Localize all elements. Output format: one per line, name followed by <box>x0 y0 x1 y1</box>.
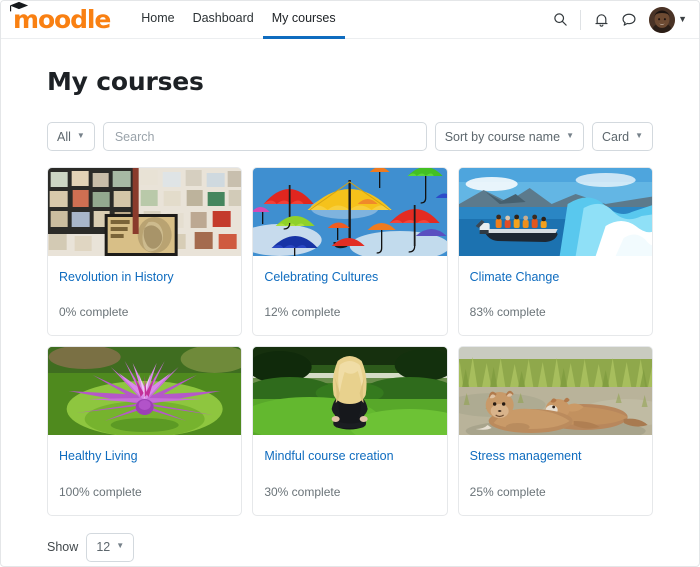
page-title: My courses <box>47 67 204 96</box>
navbar-divider <box>580 9 582 30</box>
course-progress-text: 100% complete <box>59 484 142 499</box>
sort-dropdown-value: Sort by course name <box>444 129 561 144</box>
course-card[interactable]: Celebrating Cultures 12% complete <box>252 167 448 337</box>
show-label: Show <box>47 540 79 554</box>
course-card-body: Celebrating Cultures 12% complete <box>253 256 446 335</box>
user-menu-toggle[interactable]: ▼ <box>649 6 687 33</box>
course-card[interactable]: Climate Change 83% complete <box>457 167 653 337</box>
bell-icon[interactable] <box>587 6 615 34</box>
course-group-filter-dropdown[interactable]: All ▼ <box>47 122 95 151</box>
moodle-logo-link[interactable]: moodle <box>9 2 111 32</box>
main-content: My courses All ▼ Sort by course name ▼ C… <box>1 39 699 567</box>
course-image-stamps <box>48 168 242 256</box>
chevron-down-icon: ▼ <box>116 541 125 550</box>
course-image-lionesses <box>458 347 652 436</box>
course-card-body: Revolution in History 0% complete <box>48 256 241 335</box>
avatar <box>649 6 676 33</box>
course-progress-text: 25% complete <box>469 484 546 499</box>
course-group-filter-value: All <box>57 129 71 144</box>
course-card-body: Mindful course creation 30% complete <box>253 435 446 514</box>
primary-navigation: Home Dashboard My courses <box>132 1 345 39</box>
course-link[interactable]: Stress management <box>470 448 641 464</box>
course-image-iceberg-boat <box>458 168 652 256</box>
course-image-umbrellas <box>253 168 447 256</box>
chevron-down-icon: ▼ <box>635 130 643 140</box>
navbar-actions: ▼ <box>546 6 687 34</box>
course-card-body: Stress management 25% complete <box>459 435 652 514</box>
course-link[interactable]: Revolution in History <box>59 269 230 285</box>
course-progress-text: 0% complete <box>59 305 129 320</box>
course-progress-text: 30% complete <box>264 484 341 499</box>
search-icon[interactable] <box>546 6 574 34</box>
course-progress-text: 83% complete <box>469 305 546 320</box>
nav-item-my-courses[interactable]: My courses <box>262 1 345 39</box>
course-card-body: Climate Change 83% complete <box>459 256 652 335</box>
course-filter-bar: All ▼ Sort by course name ▼ Card ▼ <box>47 122 653 151</box>
items-per-page-value: 12 <box>96 540 111 554</box>
nav-item-dashboard[interactable]: Dashboard <box>184 1 263 39</box>
nav-item-home[interactable]: Home <box>132 1 183 39</box>
course-link[interactable]: Mindful course creation <box>264 448 435 464</box>
course-image-meditation <box>253 347 447 436</box>
course-card[interactable]: Healthy Living 100% complete <box>47 346 243 516</box>
moodle-logo: moodle <box>9 2 111 32</box>
course-link[interactable]: Celebrating Cultures <box>264 269 435 285</box>
message-icon[interactable] <box>615 6 643 34</box>
course-image-water-lily <box>48 347 242 436</box>
chevron-down-icon: ▼ <box>76 130 85 140</box>
course-progress-text: 12% complete <box>264 305 341 320</box>
sort-dropdown[interactable]: Sort by course name ▼ <box>434 122 584 151</box>
view-mode-value: Card <box>601 129 630 144</box>
course-card[interactable]: Stress management 25% complete <box>457 346 653 516</box>
browser-window: moodle Home Dashboard My courses ▼ My co… <box>0 0 700 567</box>
graduation-cap-icon <box>9 1 29 12</box>
items-per-page-dropdown[interactable]: 12 ▼ <box>86 532 135 562</box>
course-card[interactable]: Mindful course creation 30% complete <box>252 346 448 516</box>
site-navbar: moodle Home Dashboard My courses ▼ <box>1 1 699 39</box>
chevron-down-icon: ▼ <box>566 130 574 140</box>
course-link[interactable]: Healthy Living <box>59 448 230 464</box>
course-grid: Revolution in History 0% complete Celebr… <box>47 167 653 516</box>
course-card[interactable]: Revolution in History 0% complete <box>47 167 243 337</box>
paging-controls: Show 12 ▼ <box>47 532 653 567</box>
course-link[interactable]: Climate Change <box>470 269 641 285</box>
chevron-down-icon: ▼ <box>678 14 687 24</box>
course-card-body: Healthy Living 100% complete <box>48 435 241 514</box>
search-input[interactable] <box>102 122 427 151</box>
view-mode-dropdown[interactable]: Card ▼ <box>591 122 653 151</box>
